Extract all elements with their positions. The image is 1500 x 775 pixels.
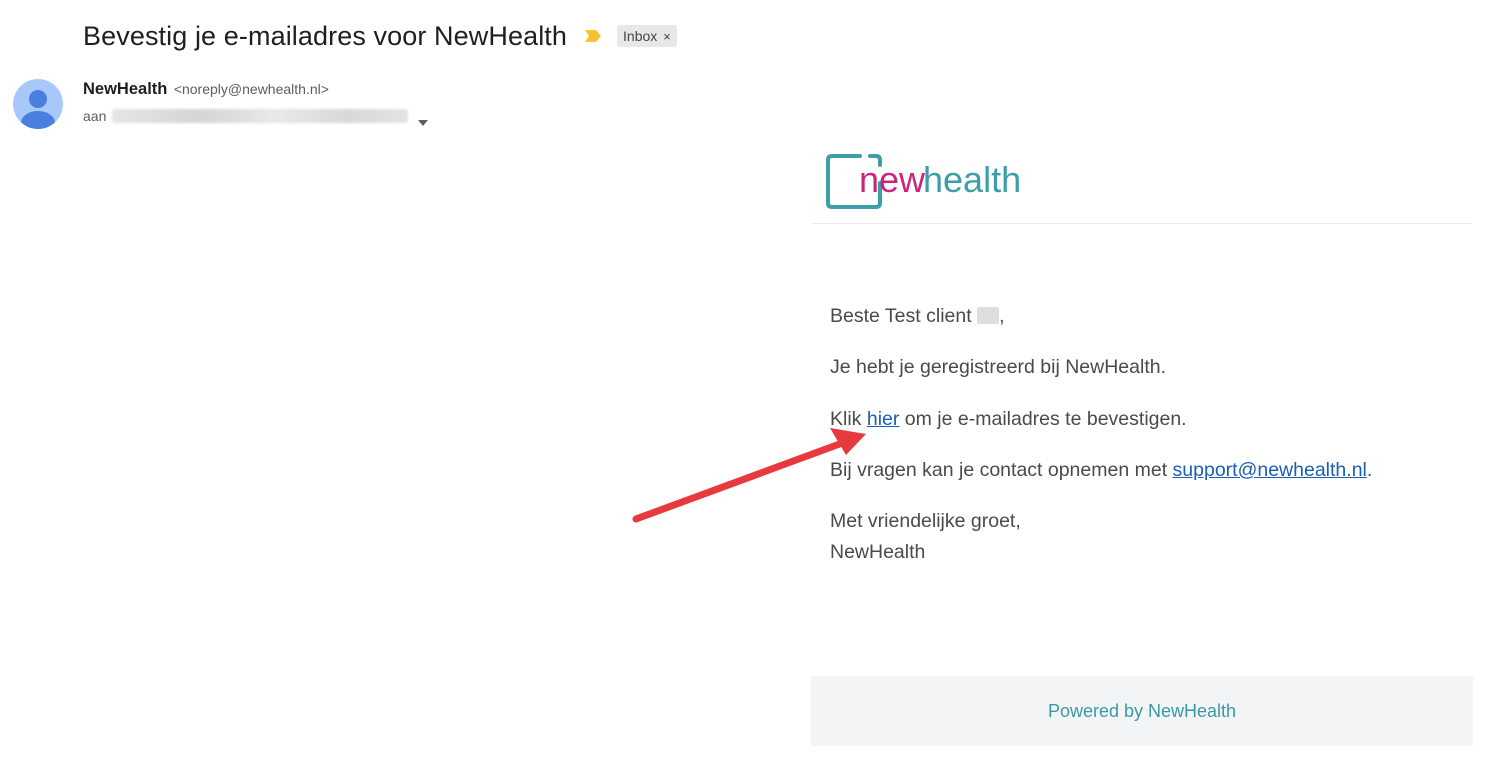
email-subject: Bevestig je e-mailadres voor NewHealth xyxy=(83,20,568,51)
click-suffix: om je e-mailadres te bevestigen. xyxy=(899,408,1187,430)
registered-line: Je hebt je geregistreerd bij NewHealth. xyxy=(830,356,1167,378)
confirm-line: Klik hier om je e-mailadres te bevestige… xyxy=(830,408,1187,431)
click-prefix: Klik xyxy=(830,408,867,430)
questions-suffix: . xyxy=(1366,459,1373,481)
logo-word-new: new xyxy=(859,159,926,200)
caret-down-icon[interactable] xyxy=(418,113,429,126)
importance-marker-icon[interactable] xyxy=(583,28,603,44)
greeting-line: Beste Test client , xyxy=(830,305,1004,328)
greeting-text: Beste Test client xyxy=(830,305,972,327)
logo-word-health: health xyxy=(923,159,1021,200)
sender-name[interactable]: NewHealth xyxy=(83,80,167,98)
closing-line: Met vriendelijke groet, xyxy=(830,510,1021,532)
sender-line: NewHealth <noreply@newhealth.nl> xyxy=(83,80,329,99)
inbox-label-text: Inbox xyxy=(623,28,658,44)
questions-prefix: Bij vragen kan je contact opnemen met xyxy=(830,459,1173,481)
confirm-email-link[interactable]: hier xyxy=(867,408,900,430)
person-avatar-icon[interactable] xyxy=(13,79,63,129)
support-email-link[interactable]: support@newhealth.nl xyxy=(1173,459,1367,481)
recipient-line: aan xyxy=(83,106,429,126)
redacted-recipients xyxy=(112,109,409,123)
greeting-end: , xyxy=(999,305,1005,327)
subject-row: Bevestig je e-mailadres voor NewHealth I… xyxy=(83,18,677,54)
email-footer: Powered by NewHealth xyxy=(811,676,1473,746)
sender-email: <noreply@newhealth.nl> xyxy=(173,81,329,97)
remove-label-icon[interactable]: × xyxy=(663,29,671,44)
logo-divider xyxy=(812,223,1472,224)
newhealth-logo: new health xyxy=(826,153,1056,211)
to-prefix: aan xyxy=(83,108,107,124)
inbox-label-chip[interactable]: Inbox × xyxy=(617,25,677,47)
support-line: Bij vragen kan je contact opnemen met su… xyxy=(830,459,1372,482)
signature-line: NewHealth xyxy=(830,541,926,563)
email-view: Bevestig je e-mailadres voor NewHealth I… xyxy=(0,0,1500,775)
redacted-client-name xyxy=(977,307,1000,324)
powered-by-text: Powered by NewHealth xyxy=(1047,700,1237,721)
